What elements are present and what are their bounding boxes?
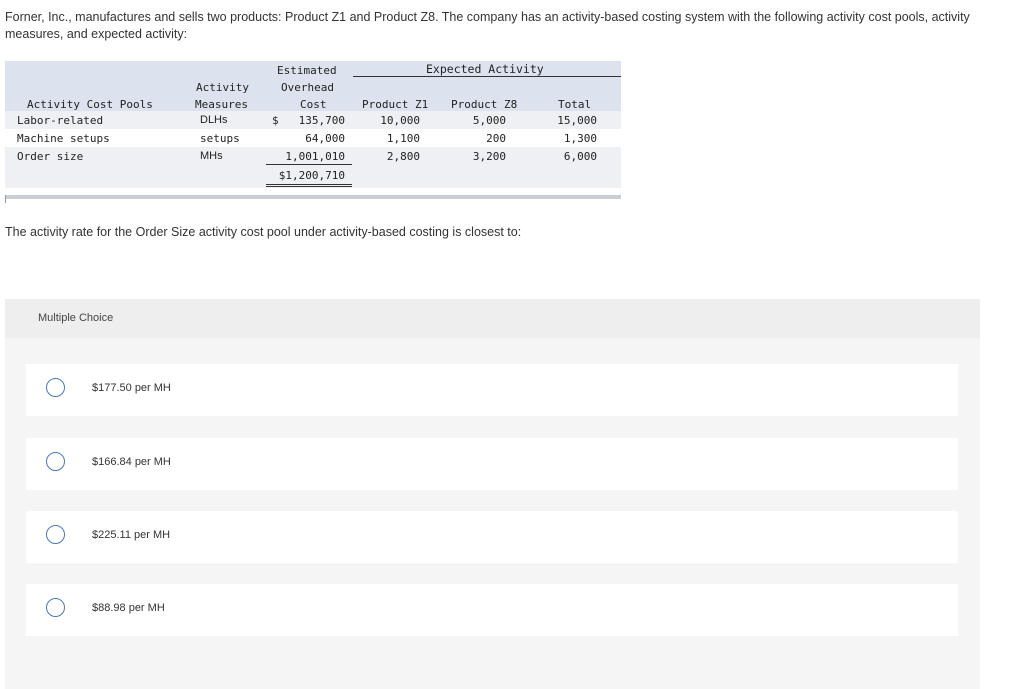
radio-button[interactable] <box>46 378 65 397</box>
grand-total-cost: $1,200,710 <box>278 169 345 182</box>
problem-intro: Forner, Inc., manufactures and sells two… <box>5 10 970 41</box>
choice-option-2[interactable]: $166.84 per MH <box>26 438 958 490</box>
radio-button[interactable] <box>46 525 65 544</box>
table-row-z8: 5,000 <box>472 114 506 127</box>
table-row-total: 6,000 <box>563 150 597 163</box>
double-rule-top <box>266 184 352 185</box>
double-rule-bottom <box>266 186 352 187</box>
radio-button[interactable] <box>46 452 65 471</box>
header-expected-activity: Expected Activity <box>426 62 544 76</box>
table-row-z1: 1,100 <box>386 132 420 145</box>
table-row-z8: 200 <box>486 132 506 145</box>
table-row-pool: Machine setups <box>17 132 110 145</box>
multiple-choice-panel: Multiple Choice $177.50 per MH $166.84 p… <box>5 299 980 689</box>
header-product-z1: Product Z1 <box>362 98 429 111</box>
table-row-measure: setups <box>200 132 240 145</box>
activity-cost-table: Estimated Expected Activity Activity Ove… <box>5 61 621 203</box>
expected-activity-rule <box>353 76 621 77</box>
header-cost: Cost <box>300 98 327 111</box>
choice-option-3[interactable]: $225.11 per MH <box>26 511 958 563</box>
choice-label: $177.50 per MH <box>92 382 171 394</box>
table-row-z8: 3,200 <box>472 150 506 163</box>
table-row-pool: Order size <box>17 150 84 163</box>
table-row-pool: Labor-related <box>17 114 104 127</box>
table-row-measure: DLHs <box>200 114 228 126</box>
multiple-choice-label: Multiple Choice <box>38 312 114 324</box>
subtotal-rule <box>266 164 352 165</box>
table-row-z1: 2,800 <box>386 150 420 163</box>
header-total: Total <box>558 98 592 111</box>
choice-label: $225.11 per MH <box>92 529 171 541</box>
table-row-z1: 10,000 <box>380 114 420 127</box>
choice-option-4[interactable]: $88.98 per MH <box>26 584 958 636</box>
header-product-z8: Product Z8 <box>451 98 518 111</box>
table-bottom-rule <box>5 195 621 203</box>
table-row-total: 15,000 <box>557 114 597 127</box>
header-overhead: Overhead <box>281 81 334 94</box>
table-row-measure: MHs <box>200 150 223 162</box>
question-text: The activity rate for the Order Size act… <box>5 225 522 239</box>
header-activity: Activity <box>196 81 249 94</box>
table-row-cost: 135,700 <box>298 114 345 127</box>
header-measures: Measures <box>195 98 248 111</box>
multiple-choice-header: Multiple Choice <box>5 299 980 338</box>
table-row-cost: 1,001,010 <box>285 150 345 163</box>
choice-label: $166.84 per MH <box>92 456 171 468</box>
header-estimated: Estimated <box>277 64 337 77</box>
radio-button[interactable] <box>46 598 65 617</box>
header-activity-cost-pools: Activity Cost Pools <box>27 98 153 111</box>
table-row-cost: 64,000 <box>305 132 345 145</box>
choice-option-1[interactable]: $177.50 per MH <box>26 364 958 416</box>
table-row-total: 1,300 <box>563 132 597 145</box>
choice-label: $88.98 per MH <box>92 602 165 614</box>
